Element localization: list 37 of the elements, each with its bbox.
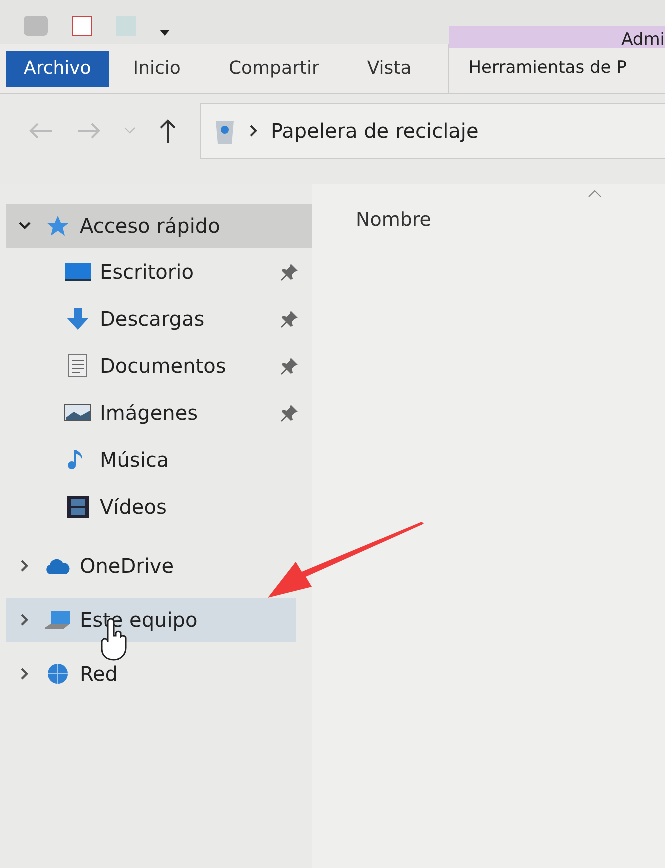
pin-icon[interactable] bbox=[280, 262, 300, 282]
address-path: Papelera de reciclaje bbox=[271, 118, 479, 145]
ribbon-tab[interactable]: Herramientas de P bbox=[448, 48, 665, 82]
pin-icon[interactable] bbox=[280, 402, 300, 422]
ribbon-tab[interactable]: Inicio bbox=[109, 50, 205, 86]
column-header[interactable]: Nombre bbox=[356, 190, 656, 234]
navigation-item[interactable]: Red bbox=[6, 652, 312, 696]
dropdown-caret-icon[interactable] bbox=[160, 30, 170, 36]
chevron-right-icon[interactable] bbox=[249, 124, 259, 138]
navigation-item[interactable]: Música bbox=[6, 436, 312, 483]
navigation-label: Música bbox=[100, 446, 170, 474]
navigation-label: Imágenes bbox=[100, 400, 200, 426]
navigation-label: Escritorio bbox=[100, 258, 195, 286]
navigation-item[interactable]: Escritorio bbox=[6, 248, 312, 295]
film-icon bbox=[64, 494, 92, 518]
navigation-item[interactable]: Imágenes bbox=[6, 389, 312, 436]
navigation-item[interactable]: Vídeos bbox=[6, 483, 312, 530]
ribbon-tab[interactable]: Compartir bbox=[204, 50, 344, 86]
navigation-label: Documentos bbox=[100, 352, 228, 380]
contextual-tab-header: Admi bbox=[448, 26, 665, 48]
navigation-label: OneDrive bbox=[80, 553, 174, 580]
navigation-label: Descargas bbox=[100, 306, 206, 332]
ribbon-tab[interactable]: Vista bbox=[343, 50, 436, 86]
computer-icon bbox=[44, 608, 72, 632]
navigation-item[interactable]: Acceso rápido bbox=[6, 204, 312, 248]
download-arrow-icon bbox=[64, 306, 92, 330]
navigation-label: Red bbox=[80, 661, 118, 688]
navigation-item[interactable]: Documentos bbox=[6, 342, 312, 389]
pin-icon[interactable] bbox=[280, 356, 300, 376]
pin-icon[interactable] bbox=[280, 308, 300, 328]
navigation-label: Acceso rápido bbox=[80, 213, 220, 240]
file-tab[interactable]: Archivo bbox=[6, 50, 110, 86]
up-arrow-icon[interactable] bbox=[158, 118, 178, 144]
navigation-label: Vídeos bbox=[100, 494, 168, 520]
navigation-item[interactable]: OneDrive bbox=[6, 544, 312, 588]
navigation-item[interactable]: Descargas bbox=[6, 295, 312, 342]
address-field[interactable]: Papelera de reciclaje bbox=[200, 103, 665, 159]
